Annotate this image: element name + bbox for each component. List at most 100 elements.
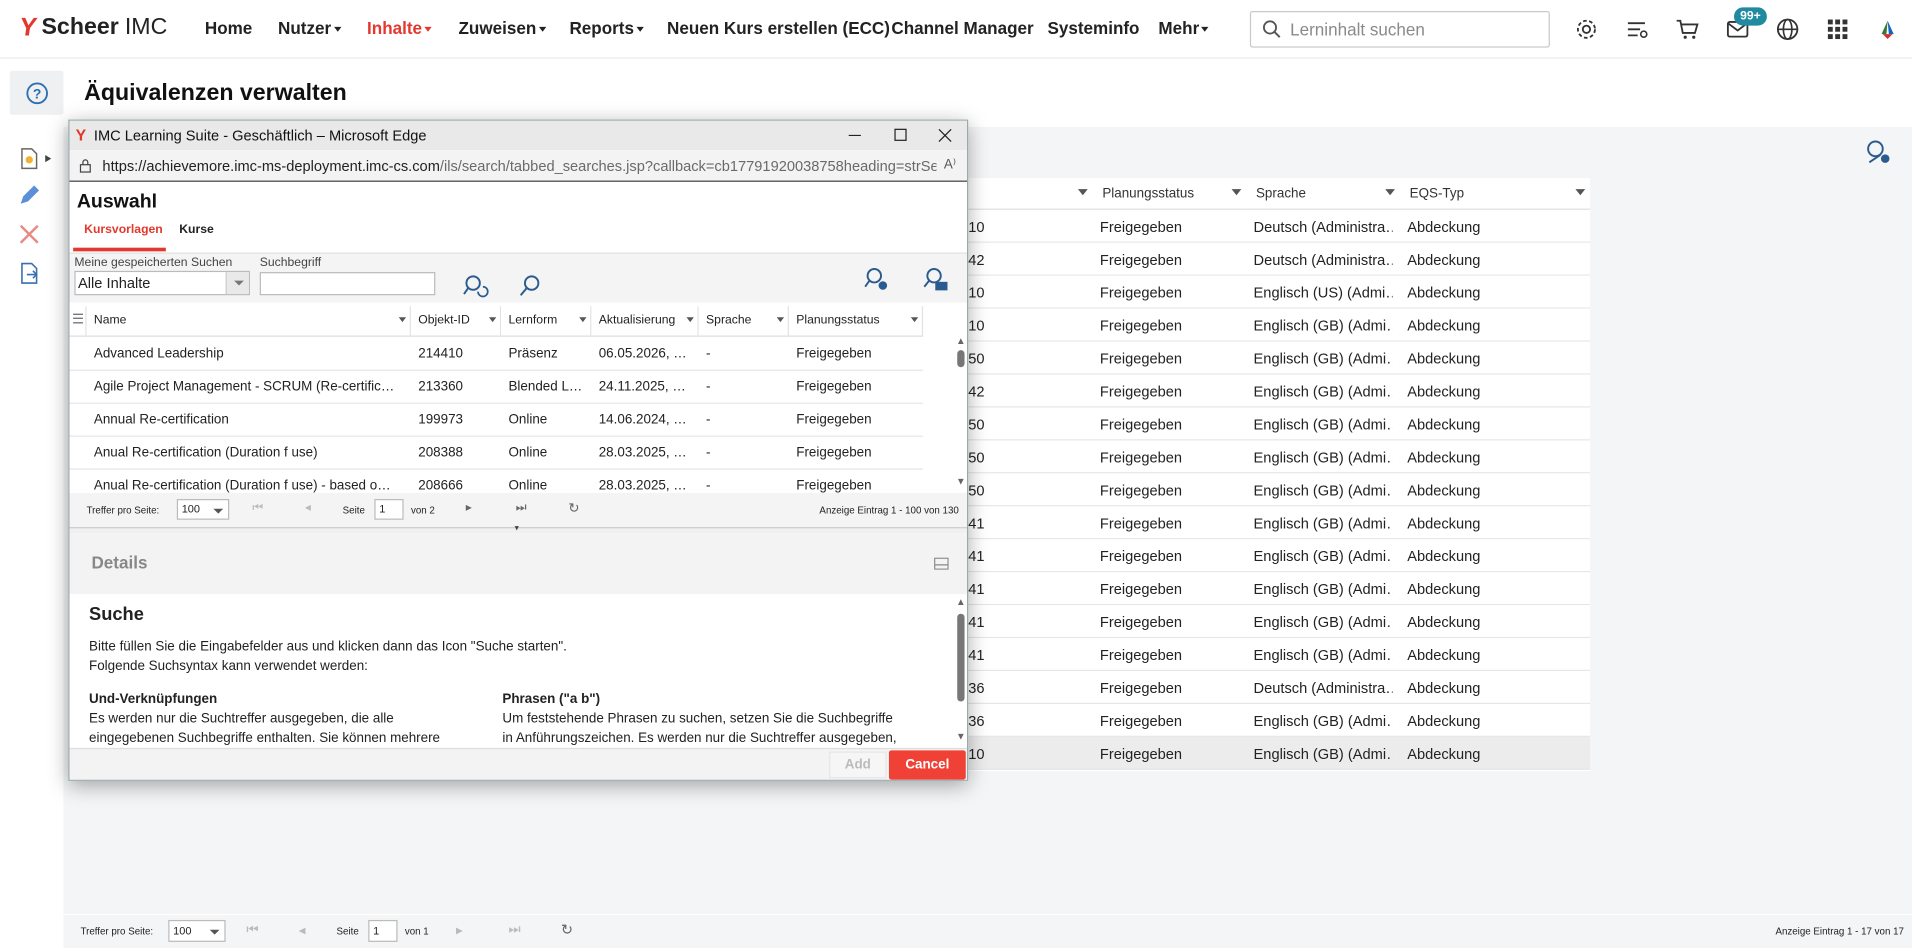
cart-icon[interactable]: [1675, 17, 1699, 41]
table-row[interactable]: Anual Re-certification (Duration f use) 2…: [69, 437, 924, 470]
column-menu-icon[interactable]: [1077, 189, 1088, 196]
table-row[interactable]: 42 Freigegeben Englisch (GB) (Admi… Abdecku…: [968, 374, 1591, 408]
details-scrollbar[interactable]: ▲ ▼: [956, 597, 966, 746]
column-menu-icon[interactable]: [488, 317, 497, 323]
last-page-icon[interactable]: ⏭: [516, 501, 527, 514]
per-page-select[interactable]: 100: [176, 499, 230, 520]
column-menu-icon[interactable]: [1385, 189, 1395, 196]
export-document-icon[interactable]: [17, 261, 41, 285]
cancel-button[interactable]: Cancel: [888, 750, 966, 780]
nav-reports[interactable]: Reports: [569, 18, 644, 38]
brand-icon[interactable]: [1875, 17, 1899, 41]
table-row[interactable]: 50 Freigegeben Englisch (GB) (Admi… Abdecku…: [968, 473, 1591, 507]
dropdown-arrow[interactable]: [225, 272, 249, 295]
new-document-icon[interactable]: [17, 146, 41, 170]
globe-icon[interactable]: [1775, 17, 1799, 41]
help-button[interactable]: ?: [9, 70, 64, 115]
task-list-icon[interactable]: [1625, 17, 1649, 41]
column-chooser[interactable]: ☰: [69, 306, 87, 337]
last-page-icon[interactable]: ⏭: [508, 922, 520, 938]
page-input[interactable]: 1: [368, 919, 398, 942]
column-header-sprache[interactable]: Sprache: [698, 306, 789, 337]
table-row[interactable]: 41 Freigegeben Englisch (GB) (Admi… Abdecku…: [968, 506, 1591, 540]
gear-icon[interactable]: [1574, 17, 1598, 41]
nav-home[interactable]: Home: [205, 18, 252, 38]
nav-systeminfo[interactable]: Systeminfo: [1047, 18, 1139, 38]
column-menu-icon[interactable]: [686, 317, 694, 323]
table-row[interactable]: 10 Freigegeben Englisch (GB) (Admi… Abdecku…: [968, 308, 1591, 342]
search-settings-icon[interactable]: [863, 266, 890, 293]
scroll-up-icon[interactable]: ▲: [956, 597, 966, 608]
table-scrollbar[interactable]: ▲ ▼: [956, 336, 966, 492]
table-row[interactable]: 41 Freigegeben Englisch (GB) (Admi… Abdecku…: [968, 539, 1591, 573]
address-bar[interactable]: https://achievemore.imc-ms-deployment.im…: [69, 150, 967, 182]
column-header-objekt-id[interactable]: Objekt-ID: [410, 306, 502, 337]
table-row[interactable]: 41 Freigegeben Englisch (GB) (Admi… Abdecku…: [968, 638, 1591, 672]
table-row[interactable]: 42 Freigegeben Deutsch (Administra… Abdecku…: [968, 242, 1591, 276]
add-button[interactable]: Add: [829, 751, 887, 779]
table-row[interactable]: 41 Freigegeben Englisch (GB) (Admi… Abdecku…: [968, 572, 1591, 606]
tab-kursvorlagen[interactable]: Kursvorlagen: [84, 223, 163, 236]
scroll-down-icon[interactable]: ▼: [956, 731, 966, 742]
column-header-hidden[interactable]: [968, 178, 1093, 210]
nav-channel-manager[interactable]: Channel Manager: [891, 18, 1033, 38]
table-row[interactable]: Agile Project Management - SCRUM (Re-cer…: [69, 371, 924, 404]
expand-right-icon[interactable]: [45, 154, 52, 163]
column-header-name[interactable]: Name: [86, 306, 411, 337]
nav-nutzer[interactable]: Nutzer: [278, 18, 341, 38]
column-header-eqs-typ[interactable]: EQS-Typ: [1399, 178, 1591, 210]
search-input[interactable]: [1290, 18, 1535, 41]
first-page-icon[interactable]: ⏮: [246, 922, 258, 938]
nav-neuen-kurs-erstellen[interactable]: Neuen Kurs erstellen (ECC): [667, 18, 890, 38]
scroll-up-icon[interactable]: ▲: [956, 336, 966, 347]
page-input[interactable]: 1: [374, 499, 404, 520]
nav-mehr[interactable]: Mehr: [1158, 18, 1209, 38]
content-search-box[interactable]: [1249, 10, 1550, 48]
scroll-down-icon[interactable]: ▼: [956, 476, 966, 487]
column-header-planungsstatus[interactable]: Planungsstatus: [1092, 178, 1247, 210]
prev-page-icon[interactable]: ◂: [305, 501, 311, 514]
table-row[interactable]: 50 Freigegeben Englisch (GB) (Admi… Abdecku…: [968, 341, 1591, 375]
collapse-panel-icon[interactable]: [934, 557, 949, 570]
close-icon[interactable]: [923, 123, 967, 147]
table-row[interactable]: 50 Freigegeben Englisch (GB) (Admi… Abdecku…: [968, 440, 1591, 474]
column-menu-icon[interactable]: [398, 317, 407, 323]
edit-pencil-icon[interactable]: [17, 183, 41, 207]
refresh-icon[interactable]: ↻: [568, 500, 579, 516]
collapse-arrow-icon[interactable]: ▾: [515, 523, 519, 534]
next-page-icon[interactable]: ▸: [456, 922, 463, 939]
scroll-thumb[interactable]: [957, 613, 965, 702]
next-page-icon[interactable]: ▸: [466, 501, 472, 514]
per-page-select[interactable]: 100: [168, 919, 226, 942]
start-search-icon[interactable]: [518, 273, 542, 297]
column-menu-icon[interactable]: [776, 317, 785, 323]
column-header-planungsstatus[interactable]: Planungsstatus: [788, 306, 924, 337]
save-search-icon[interactable]: [921, 266, 950, 293]
scheer-imc-logo[interactable]: Y Scheer IMC: [18, 13, 168, 42]
column-menu-icon[interactable]: [910, 317, 919, 323]
column-header-lernform[interactable]: Lernform: [501, 306, 592, 337]
table-row[interactable]: 50 Freigegeben Englisch (GB) (Admi… Abdecku…: [968, 407, 1591, 441]
window-titlebar[interactable]: Y IMC Learning Suite - Geschäftlich – Mi…: [69, 120, 967, 151]
delete-x-icon[interactable]: [17, 222, 41, 246]
search-term-input[interactable]: [259, 272, 436, 296]
column-header-sprache[interactable]: Sprache: [1246, 178, 1400, 210]
reset-search-icon[interactable]: [462, 273, 489, 300]
first-page-icon[interactable]: ⏮: [252, 501, 263, 514]
tab-kurse[interactable]: Kurse: [179, 223, 214, 236]
refresh-icon[interactable]: ↻: [561, 921, 573, 938]
saved-searches-select[interactable]: Alle Inhalte: [74, 270, 250, 296]
read-aloud-icon[interactable]: A⁾: [944, 156, 956, 172]
table-row[interactable]: 10 Freigegeben Englisch (US) (Admi… Abdecku…: [968, 275, 1591, 309]
table-row[interactable]: 41 Freigegeben Englisch (GB) (Admi… Abdecku…: [968, 605, 1591, 639]
nav-zuweisen[interactable]: Zuweisen: [458, 18, 547, 38]
table-row[interactable]: 36 Freigegeben Deutsch (Administra… Abdecku…: [968, 671, 1591, 704]
table-row[interactable]: Annual Re-certification 199973 Online 14.06…: [69, 404, 924, 437]
table-row[interactable]: 36 Freigegeben Englisch (GB) (Admi… Abdecku…: [968, 703, 1591, 737]
table-row[interactable]: Advanced Leadership 214410 Präsenz 06.05.20…: [69, 338, 924, 371]
search-settings-icon[interactable]: [1866, 139, 1893, 166]
nav-inhalte[interactable]: Inhalte: [367, 18, 432, 38]
column-menu-icon[interactable]: [1575, 189, 1586, 196]
column-menu-icon[interactable]: [579, 317, 587, 323]
maximize-icon[interactable]: [878, 123, 922, 147]
